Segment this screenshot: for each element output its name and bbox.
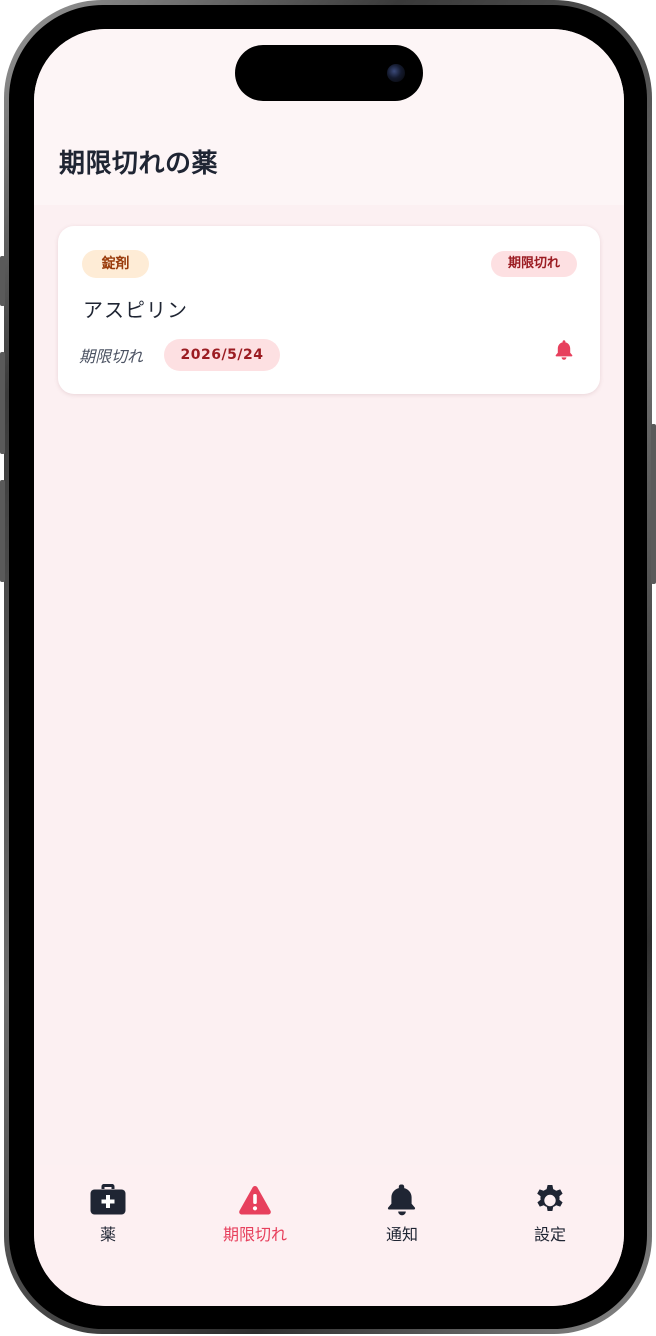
- expiry-date-badge: 2026/5/24: [164, 339, 280, 371]
- expiry-label: 期限切れ: [79, 347, 144, 366]
- tab-label-settings: 設定: [533, 1225, 566, 1244]
- gear-icon: [537, 1185, 563, 1211]
- warning-icon: [239, 1186, 271, 1215]
- tab-label-expired: 期限切れ: [222, 1225, 287, 1244]
- status-badge: 期限切れ: [491, 251, 577, 277]
- tab-medicines[interactable]: 薬: [48, 1183, 168, 1253]
- dynamic-island: [235, 45, 423, 101]
- medical-kit-icon: [90, 1184, 126, 1215]
- medication-name: アスピリン: [83, 298, 188, 322]
- medication-card[interactable]: 錠剤 期限切れ アスピリン 期限切れ 2026/5/24: [58, 226, 600, 394]
- front-camera: [387, 64, 405, 82]
- tab-expired[interactable]: 期限切れ: [195, 1183, 315, 1253]
- action-button: [0, 256, 5, 306]
- tab-label-notifications: 通知: [385, 1225, 418, 1244]
- tab-bar: 薬 期限切れ 通知 設定: [34, 1165, 624, 1306]
- bell-icon: [387, 1184, 416, 1216]
- tab-notifications[interactable]: 通知: [342, 1183, 462, 1253]
- volume-down-button: [0, 480, 5, 582]
- page-title: 期限切れの薬: [59, 149, 219, 179]
- power-button: [651, 424, 656, 584]
- dosage-form-badge: 錠剤: [82, 250, 149, 278]
- bell-icon[interactable]: [554, 339, 574, 361]
- tab-settings[interactable]: 設定: [490, 1183, 610, 1253]
- tab-label-medicines: 薬: [99, 1225, 116, 1244]
- app-screen: 期限切れの薬 錠剤 期限切れ アスピリン 期限切れ 2026/5/24 薬 期限…: [34, 29, 624, 1306]
- expired-medication-list: 錠剤 期限切れ アスピリン 期限切れ 2026/5/24: [34, 205, 624, 1165]
- volume-up-button: [0, 352, 5, 454]
